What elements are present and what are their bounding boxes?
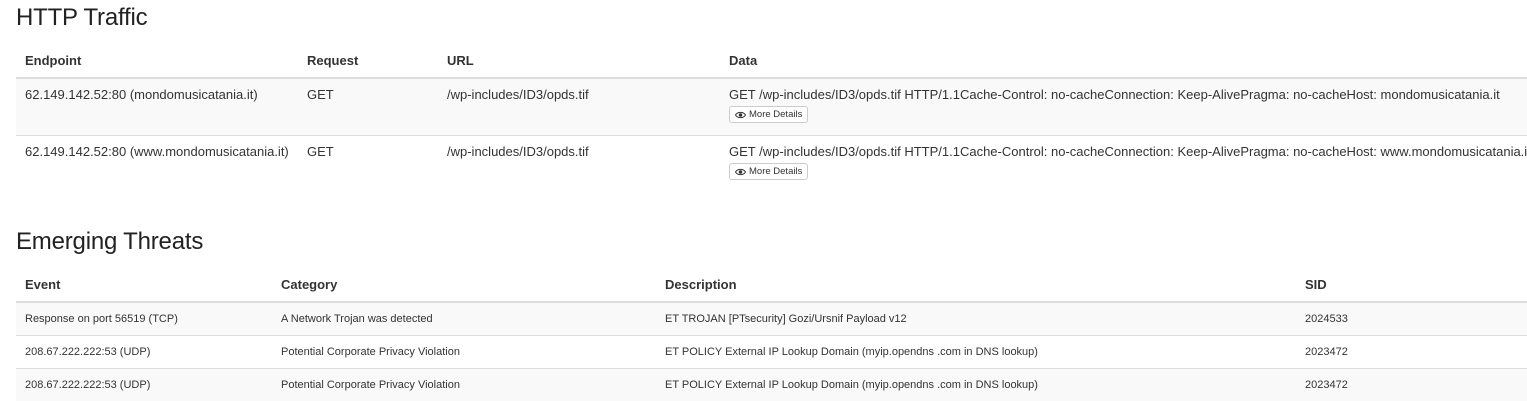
more-details-button[interactable]: More Details [729,163,809,180]
table-header-row: Endpoint Request URL Data [16,44,1527,79]
http-traffic-table: Endpoint Request URL Data 62.149.142.52:… [16,44,1527,192]
sid-cell: 2023472 [1296,368,1527,401]
column-header-description: Description [656,268,1296,303]
table-header-row: Event Category Description SID [16,268,1527,303]
column-header-data: Data [720,44,1527,79]
endpoint-cell: 62.149.142.52:80 (mondomusicatania.it) [16,78,298,136]
table-row: Response on port 56519 (TCP) A Network T… [16,302,1527,336]
column-header-request: Request [298,44,438,79]
column-header-category: Category [272,268,656,303]
category-cell: Potential Corporate Privacy Violation [272,335,656,369]
data-cell: GET /wp-includes/ID3/opds.tif HTTP/1.1Ca… [720,136,1527,193]
data-text: GET /wp-includes/ID3/opds.tif HTTP/1.1Ca… [729,144,1527,159]
table-row: 62.149.142.52:80 (www.mondomusicatania.i… [16,136,1527,193]
data-text: GET /wp-includes/ID3/opds.tif HTTP/1.1Ca… [729,87,1500,102]
category-cell: A Network Trojan was detected [272,302,656,336]
description-cell: ET TROJAN [PTsecurity] Gozi/Ursnif Paylo… [656,302,1296,336]
column-header-url: URL [438,44,720,79]
emerging-threats-table: Event Category Description SID Response … [16,268,1527,401]
endpoint-cell: 62.149.142.52:80 (www.mondomusicatania.i… [25,144,289,159]
eye-icon [735,168,746,175]
more-details-button[interactable]: More Details [729,106,809,123]
sid-cell: 2023472 [1296,335,1527,369]
table-row: 62.149.142.52:80 (mondomusicatania.it) G… [16,78,1527,136]
event-cell: 208.67.222.222:53 (UDP) [16,368,272,401]
description-cell: ET POLICY External IP Lookup Domain (myi… [656,335,1296,369]
column-header-event: Event [16,268,272,303]
event-cell: 208.67.222.222:53 (UDP) [16,335,272,369]
emerging-threats-title: Emerging Threats [16,228,204,255]
http-traffic-title: HTTP Traffic [16,4,148,31]
data-cell: GET /wp-includes/ID3/opds.tif HTTP/1.1Ca… [720,78,1527,136]
eye-icon [735,111,746,118]
table-row: 208.67.222.222:53 (UDP) Potential Corpor… [16,335,1527,369]
url-cell: /wp-includes/ID3/opds.tif [447,144,589,159]
request-cell: GET [298,78,438,136]
column-header-sid: SID [1296,268,1527,303]
url-cell: /wp-includes/ID3/opds.tif [438,78,720,136]
column-header-endpoint: Endpoint [16,44,298,79]
request-cell: GET [307,144,334,159]
sid-cell: 2024533 [1296,302,1527,336]
more-details-label: More Details [749,166,803,177]
more-details-label: More Details [749,109,803,120]
category-cell: Potential Corporate Privacy Violation [272,368,656,401]
event-cell: Response on port 56519 (TCP) [16,302,272,336]
page: HTTP Traffic Endpoint Request URL Data 6… [0,0,1527,401]
table-row: 208.67.222.222:53 (UDP) Potential Corpor… [16,368,1527,401]
description-cell: ET POLICY External IP Lookup Domain (myi… [656,368,1296,401]
